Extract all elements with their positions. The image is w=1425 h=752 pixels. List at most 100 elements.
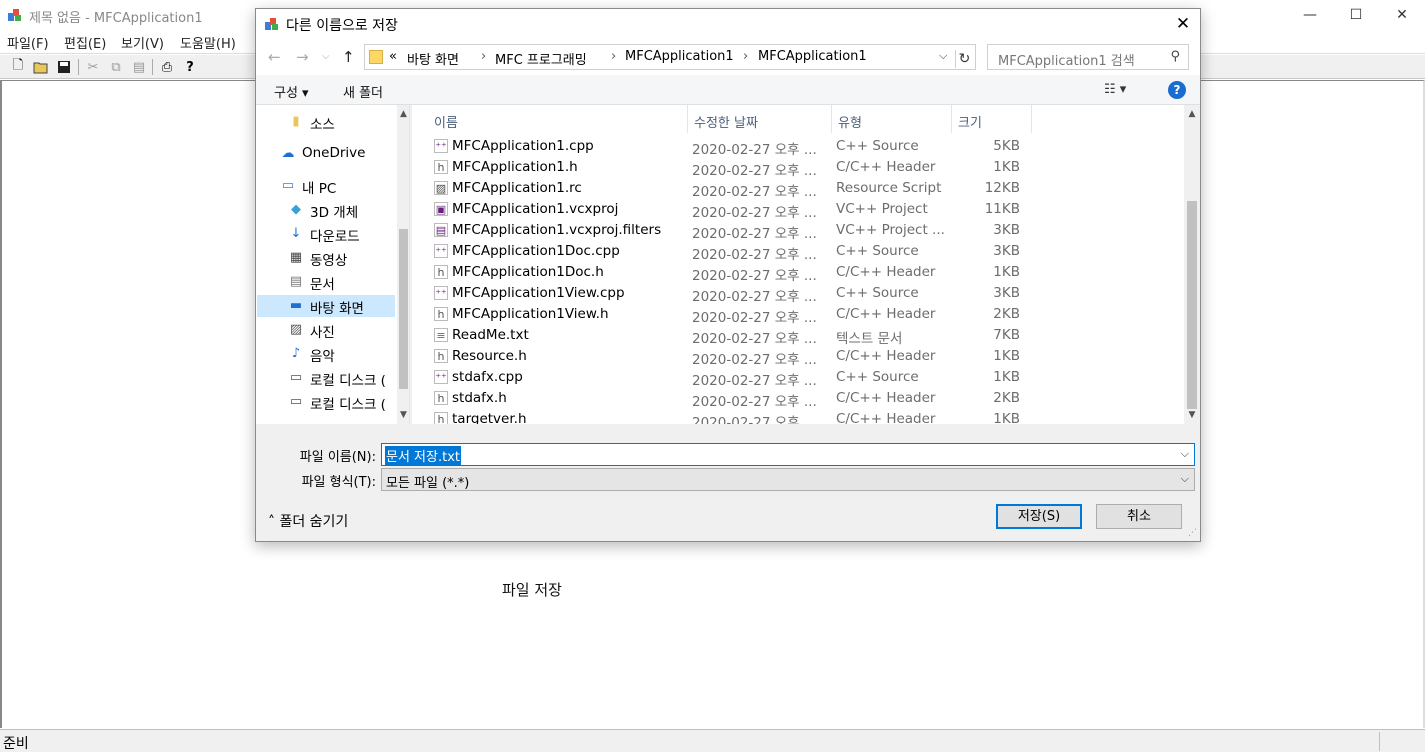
print-icon[interactable]: ⎙ xyxy=(158,58,176,76)
file-row[interactable]: ▤ MFCApplication1.vcxproj.filters 2020-02-… xyxy=(430,220,1190,242)
file-name: MFCApplication1.rc xyxy=(452,180,582,196)
tree-item[interactable]: ▮ 소스 xyxy=(288,111,409,133)
tree-item[interactable]: ▨ 사진 xyxy=(288,319,409,341)
back-arrow-icon[interactable]: ← xyxy=(268,48,281,66)
tree-item-label: 음악 xyxy=(310,349,335,365)
address-prefix[interactable]: « xyxy=(389,49,397,64)
save-fields: 파일 이름(N): 문서 저장.txt ⌵ 파일 형식(T): 모든 파일 (*… xyxy=(256,424,1200,541)
save-button[interactable]: 저장(S) xyxy=(996,504,1082,529)
column-header-date[interactable]: 수정한 날짜 xyxy=(688,105,832,133)
open-folder-icon[interactable] xyxy=(32,58,50,76)
scroll-down-arrow-icon[interactable]: ▼ xyxy=(1184,408,1200,422)
tree-item[interactable]: ▭ 로컬 디스크 ( xyxy=(288,367,409,389)
resource-file-icon: ▨ xyxy=(434,181,448,195)
view-options-icon[interactable]: ☷ ▾ xyxy=(1104,82,1126,97)
filename-dropdown-icon[interactable]: ⌵ xyxy=(1181,447,1189,461)
file-row[interactable]: ≡ ReadMe.txt 2020-02-27 오후 ... 텍스트 문서 7KB xyxy=(430,325,1190,347)
forward-arrow-icon[interactable]: → xyxy=(296,48,309,66)
scroll-up-arrow-icon[interactable]: ▲ xyxy=(1184,107,1200,121)
file-row[interactable]: ⁺⁺ MFCApplication1Doc.cpp 2020-02-27 오후 ..… xyxy=(430,241,1190,263)
file-row[interactable]: ▣ MFCApplication1.vcxproj 2020-02-27 오후 ..… xyxy=(430,199,1190,221)
recent-chevron-icon[interactable]: ⌵ xyxy=(322,51,330,62)
file-row[interactable]: ⁺⁺ MFCApplication1View.cpp 2020-02-27 오후 .… xyxy=(430,283,1190,305)
maximize-button[interactable]: ☐ xyxy=(1333,0,1379,30)
column-header-type[interactable]: 유형 xyxy=(832,105,952,133)
search-icon[interactable]: ⚲ xyxy=(1170,49,1180,64)
folder-icon: ▮ xyxy=(292,114,300,129)
tree-item[interactable]: ◆ 3D 개체 xyxy=(288,199,409,221)
menu-file[interactable]: 파일(F) xyxy=(7,33,49,52)
header-file-icon: h xyxy=(434,265,448,279)
help-icon[interactable]: ? xyxy=(1168,81,1186,99)
file-row[interactable]: ⁺⁺ stdafx.cpp 2020-02-27 오후 ... C++ Source 1… xyxy=(430,367,1190,389)
file-row[interactable]: ▨ MFCApplication1.rc 2020-02-27 오후 ... Reso… xyxy=(430,178,1190,200)
save-icon[interactable] xyxy=(55,58,73,76)
paste-icon[interactable]: ▤ xyxy=(130,58,148,76)
status-pane xyxy=(1379,732,1425,751)
scroll-up-arrow-icon[interactable]: ▲ xyxy=(397,107,409,121)
file-row[interactable]: h targetver.h 2020-02-27 오후 ... C/C++ Heade… xyxy=(430,409,1190,424)
file-date: 2020-02-27 오후 ... xyxy=(692,184,817,200)
tree-item[interactable]: ☁ OneDrive xyxy=(280,143,409,165)
scroll-down-arrow-icon[interactable]: ▼ xyxy=(397,408,409,422)
search-input[interactable]: MFCApplication1 검색 ⚲ xyxy=(987,44,1189,70)
tree-item[interactable]: ↓ 다운로드 xyxy=(288,223,409,245)
column-header-name[interactable]: 이름 ˄ xyxy=(412,105,688,133)
copy-icon[interactable]: ⧉ xyxy=(107,58,125,76)
cut-icon[interactable]: ✂ xyxy=(84,58,102,76)
cancel-button[interactable]: 취소 xyxy=(1096,504,1182,529)
menu-help[interactable]: 도움말(H) xyxy=(180,33,236,52)
breadcrumb-mfcapplication1[interactable]: MFCApplication1 xyxy=(625,49,734,64)
tree-scroll-thumb[interactable] xyxy=(399,229,408,389)
file-row[interactable]: h Resource.h 2020-02-27 오후 ... C/C++ Header… xyxy=(430,346,1190,368)
resize-grip-icon[interactable]: ⋰ xyxy=(1188,528,1197,538)
file-name: stdafx.cpp xyxy=(452,369,523,385)
file-type: C++ Source xyxy=(836,285,919,301)
tree-item[interactable]: ▦ 동영상 xyxy=(288,247,409,269)
file-type: C/C++ Header xyxy=(836,306,936,322)
refresh-icon[interactable]: ↻ xyxy=(955,50,973,68)
file-row[interactable]: h MFCApplication1Doc.h 2020-02-27 오후 ... C/… xyxy=(430,262,1190,284)
pc-icon: ▭ xyxy=(281,178,295,193)
column-type-label: 유형 xyxy=(838,116,862,131)
tree-item[interactable]: ▭ 내 PC xyxy=(280,175,409,197)
file-row[interactable]: h stdafx.h 2020-02-27 오후 ... C/C++ Header 2K… xyxy=(430,388,1190,410)
column-date-label: 수정한 날짜 xyxy=(694,116,758,131)
file-type: VC++ Project ... xyxy=(836,222,945,238)
filetype-dropdown-icon[interactable]: ⌵ xyxy=(1181,472,1189,486)
new-file-icon[interactable]: 🗋 xyxy=(9,58,27,76)
column-header-size[interactable]: 크기 xyxy=(952,105,1032,133)
menu-view[interactable]: 보기(V) xyxy=(121,33,164,52)
dialog-close-button[interactable]: ✕ xyxy=(1166,9,1200,39)
organize-button[interactable]: 구성 ▾ xyxy=(274,82,309,101)
breadcrumb-mfcapplication1-sub[interactable]: MFCApplication1 xyxy=(758,49,867,64)
chevron-up-icon: ˄ xyxy=(268,514,275,530)
tree-item[interactable]: ▤ 문서 xyxy=(288,271,409,293)
tree-scrollbar[interactable]: ▲ ▼ xyxy=(397,105,409,424)
file-list-scroll-thumb[interactable] xyxy=(1187,201,1197,409)
file-name: targetver.h xyxy=(452,411,527,424)
tree-item[interactable]: ▬ 바탕 화면 xyxy=(257,295,395,317)
file-row[interactable]: h MFCApplication1View.h 2020-02-27 오후 ... C… xyxy=(430,304,1190,326)
hide-folders-toggle[interactable]: ˄ 폴더 숨기기 xyxy=(268,511,348,531)
close-button[interactable]: ✕ xyxy=(1379,0,1425,30)
file-type: C/C++ Header xyxy=(836,264,936,280)
tree-item[interactable]: ▭ 로컬 디스크 ( xyxy=(288,391,409,413)
new-folder-button[interactable]: 새 폴더 xyxy=(343,82,383,101)
minimize-button[interactable]: — xyxy=(1287,0,1333,30)
menu-edit[interactable]: 편집(E) xyxy=(64,33,106,52)
file-row[interactable]: ⁺⁺ MFCApplication1.cpp 2020-02-27 오후 ... C+… xyxy=(430,136,1190,158)
breadcrumb-desktop[interactable]: 바탕 화면 xyxy=(407,49,459,68)
filetype-select[interactable]: 모든 파일 (*.*) ⌵ xyxy=(381,468,1195,491)
up-arrow-icon[interactable]: ↑ xyxy=(342,48,355,66)
breadcrumb-mfc-programming[interactable]: MFC 프로그래밍 xyxy=(495,49,587,68)
address-bar[interactable]: « 바탕 화면 › MFC 프로그래밍 › MFCApplication1 › … xyxy=(364,44,976,70)
filename-input[interactable]: 문서 저장.txt ⌵ xyxy=(381,443,1195,466)
filetype-value: 모든 파일 (*.*) xyxy=(386,476,470,491)
help-question-icon[interactable]: ? xyxy=(181,58,199,76)
disk-icon: ▭ xyxy=(289,370,303,385)
address-dropdown-icon[interactable]: ⌵ xyxy=(939,49,947,63)
file-row[interactable]: h MFCApplication1.h 2020-02-27 오후 ... C/C++… xyxy=(430,157,1190,179)
tree-item[interactable]: ♪ 음악 xyxy=(288,343,409,365)
file-list-scrollbar[interactable]: ▲ ▼ xyxy=(1184,105,1200,424)
